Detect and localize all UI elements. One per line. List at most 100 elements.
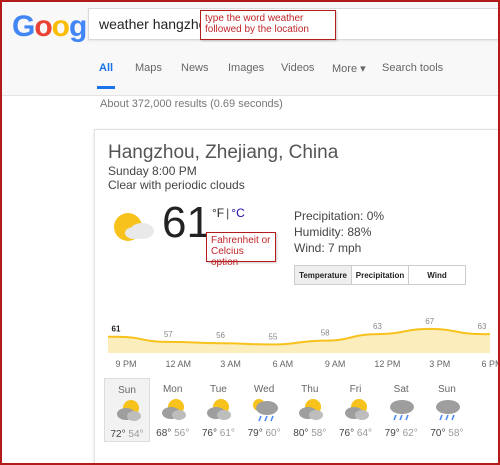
partly-cloudy-night-icon [114,213,154,241]
temperature-data-label: 57 [164,330,173,339]
celsius-unit[interactable]: °C [231,206,244,220]
tab-all[interactable]: All [97,62,115,89]
partly-cloudy-icon [117,400,141,421]
partly-cloudy-icon [207,399,232,420]
weather-details: Precipitation: 0% Humidity: 88% Wind: 7 … [294,208,384,256]
forecast-high: 76° [338,428,355,439]
tab-precipitation[interactable]: Precipitation [352,266,409,284]
temperature-data-label: 63 [478,322,487,331]
result-stats: About 372,000 results (0.69 seconds) [100,98,283,110]
forecast-low: 58° [448,428,464,439]
temperature-data-label: 58 [321,329,330,338]
logo-letter: g [69,10,87,43]
forecast-low: 58° [311,428,327,439]
forecast-temps: 68° 56° [150,428,196,439]
forecast-low: 56° [174,428,190,439]
tab-more[interactable]: More ▾ [332,62,366,75]
tab-images[interactable]: Images [228,62,264,74]
humidity: Humidity: 88% [294,225,372,239]
current-temperature: 61 [162,198,211,247]
forecast-day-name: Wed [253,384,275,395]
forecast-high: 76° [201,428,217,439]
forecast-low: 64° [356,428,373,439]
unit-separator: | [226,206,230,220]
forecast-low: 62° [402,428,418,439]
hour-label: 6 PM [481,359,500,369]
temperature-data-label: 56 [216,331,225,340]
active-tab-indicator [97,86,115,89]
forecast-high: 79° [384,428,400,439]
logo-letter: o [34,10,52,43]
forecast-day-name: Tue [209,384,227,395]
daily-forecast: Sun 72° 54° Mon 68° 56° Tue 76° 61° Wed 79° 60°… [104,378,474,442]
forecast-day-name: Sun [118,385,136,396]
hour-label: 9 AM [324,359,346,369]
hour-label: 3 PM [429,359,451,369]
forecast-day-name: Fri [349,384,362,395]
forecast-temps: 70° 58° [424,428,470,439]
forecast-low: 54° [128,429,144,440]
tab-search-tools[interactable]: Search tools [382,62,443,74]
hour-axis: 9 PM 12 AM 3 AM 6 AM 9 AM 12 PM 3 PM 6 PM [108,359,500,371]
forecast-low: 61° [219,428,235,439]
forecast-temps: 76° 64° [333,428,379,439]
forecast-day-name: Mon [162,384,183,395]
forecast-high: 79° [247,428,263,439]
fahrenheit-unit[interactable]: °F [212,206,224,220]
tab-wind[interactable]: Wind [409,266,465,284]
temperature-data-label: 67 [425,317,434,326]
unit-annotation: Fahrenheit or Celcius option [206,232,276,268]
forecast-low: 60° [265,428,281,439]
tab-label: All [99,62,114,74]
forecast-day[interactable]: Sun 72° 54° [104,378,150,442]
tab-videos[interactable]: Videos [281,62,314,74]
forecast-temps: 76° 61° [195,428,241,439]
forecast-day[interactable]: Sun 70° 58° [424,378,470,442]
wind: Wind: 7 mph [294,241,362,255]
forecast-day-name: Sat [393,384,409,395]
logo-letter: G [12,10,35,43]
forecast-day[interactable]: Mon 68° 56° [150,378,196,442]
forecast-day[interactable]: Thu 80° 58° [287,378,333,442]
search-annotation: type the word weather followed by the lo… [200,10,336,40]
hour-label: 9 PM [115,359,137,369]
forecast-temps: 79° 60° [241,428,287,439]
weather-location: Hangzhou, Zhejiang, China [108,142,339,163]
weather-datetime: Sunday 8:00 PM [108,164,197,178]
hour-label: 12 AM [165,359,192,369]
forecast-day-name: Thu [301,384,319,395]
forecast-day[interactable]: Fri 76° 64° [333,378,379,442]
hour-label: 12 PM [374,359,401,369]
weather-view-tabs: Temperature Precipitation Wind [294,265,466,285]
forecast-temps: 72° 54° [105,429,149,440]
temperature-data-label: 63 [373,322,382,331]
forecast-temps: 79° 62° [378,428,424,439]
search-input[interactable]: weather hangzhou [99,16,214,32]
precipitation: Precipitation: 0% [294,209,385,223]
unit-toggle: °F | °C [212,206,245,220]
tab-temperature[interactable]: Temperature [295,266,352,284]
hour-label: 3 AM [220,359,241,369]
forecast-day[interactable]: Wed 79° 60° [241,378,287,442]
forecast-high: 68° [156,428,172,439]
partly-cloudy-icon [344,399,369,420]
cloudy-rain-icon [253,399,279,422]
forecast-day[interactable]: Sat 79° 62° [378,378,424,442]
rain-icon [390,400,415,421]
forecast-high: 70° [430,428,446,439]
rain-icon [435,400,460,421]
temperature-data-label: 61 [112,325,121,334]
tab-maps[interactable]: Maps [135,62,162,74]
hour-label: 6 AM [272,359,294,369]
tab-news[interactable]: News [181,62,209,74]
forecast-high: 80° [293,428,309,439]
forecast-day-name: Sun [437,384,456,395]
partly-cloudy-icon [298,399,323,420]
logo-letter: o [51,10,70,43]
forecast-temps: 80° 58° [287,428,333,439]
weather-condition: Clear with periodic clouds [108,178,245,192]
temperature-data-label: 55 [268,333,277,342]
forecast-day[interactable]: Tue 76° 61° [195,378,241,442]
forecast-high: 72° [110,429,126,440]
partly-cloudy-icon [161,399,186,420]
